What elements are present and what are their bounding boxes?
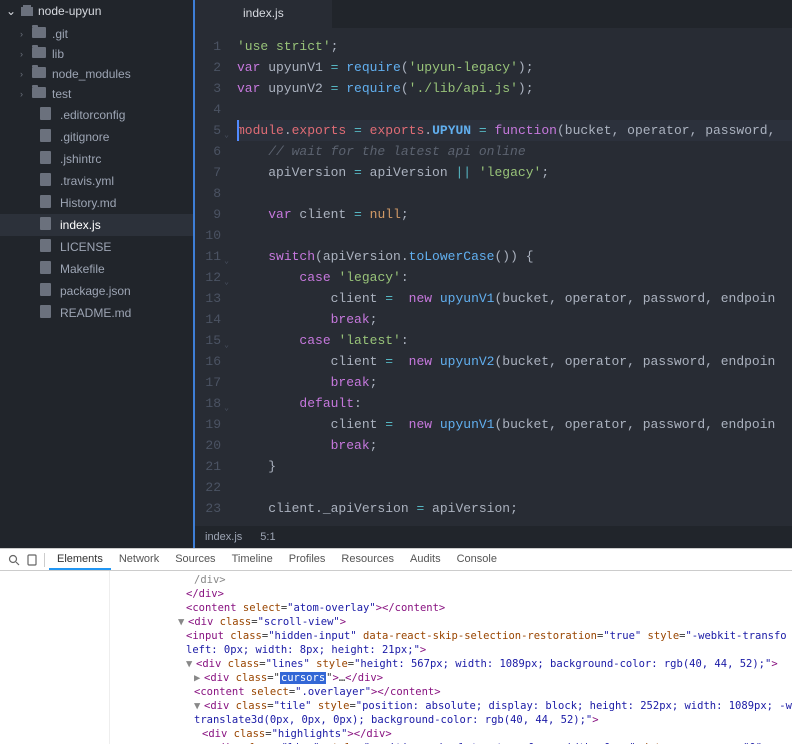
code-line-16[interactable]: client = new upyunV2(bucket, operator, p… [237, 351, 792, 372]
file-History.md[interactable]: History.md [0, 192, 193, 214]
code-line-9[interactable]: var client = null; [237, 204, 792, 225]
file-README.md[interactable]: README.md [0, 302, 193, 324]
code-line-20[interactable]: break; [237, 435, 792, 456]
folder-.git[interactable]: ›.git [0, 24, 193, 44]
folder-test[interactable]: ›test [0, 84, 193, 104]
code-line-15[interactable]: case 'latest': [237, 330, 792, 351]
fold-icon[interactable]: ⌄ [224, 125, 229, 146]
file-.gitignore[interactable]: .gitignore [0, 126, 193, 148]
code-line-17[interactable]: break; [237, 372, 792, 393]
editor-tabs: index.js [195, 0, 792, 28]
dom-node[interactable]: </div> [114, 587, 788, 601]
status-filename: index.js [205, 531, 242, 543]
chevron-right-icon: › [20, 29, 32, 39]
chevron-right-icon: › [20, 49, 32, 59]
devtools-tab-network[interactable]: Network [111, 550, 167, 570]
file-.travis.yml[interactable]: .travis.yml [0, 170, 193, 192]
status-cursor-pos: 5:1 [260, 531, 275, 543]
fold-icon[interactable]: ⌄ [224, 251, 229, 272]
devtools-tab-elements[interactable]: Elements [49, 550, 111, 570]
expand-icon[interactable]: ▼ [194, 699, 204, 713]
line-gutter: 12345⌄67891011⌄12⌄131415⌄161718⌄19202122… [195, 28, 229, 526]
dom-node[interactable]: ▼<div class="lines" style="height: 567px… [114, 657, 788, 671]
code-line-12[interactable]: case 'legacy': [237, 267, 792, 288]
file-package.json[interactable]: package.json [0, 280, 193, 302]
dom-node[interactable]: /div> [114, 573, 788, 587]
project-name: node-upyun [38, 4, 101, 18]
code-line-18[interactable]: default: [237, 393, 792, 414]
tab-index-js[interactable]: index.js [195, 0, 332, 28]
devtools-sidebar [0, 571, 110, 744]
code-line-6[interactable]: // wait for the latest api online [237, 141, 792, 162]
code-line-13[interactable]: client = new upyunV1(bucket, operator, p… [237, 288, 792, 309]
dom-node[interactable]: ▼<div class="tile" style="position: abso… [114, 699, 788, 713]
code-line-2[interactable]: var upyunV1 = require('upyun-legacy'); [237, 57, 792, 78]
code-line-22[interactable] [237, 477, 792, 498]
file-Makefile[interactable]: Makefile [0, 258, 193, 280]
devtools-tab-profiles[interactable]: Profiles [281, 550, 334, 570]
file-.jshintrc[interactable]: .jshintrc [0, 148, 193, 170]
code-line-11[interactable]: switch(apiVersion.toLowerCase()) { [237, 246, 792, 267]
devtools-tab-console[interactable]: Console [449, 550, 505, 570]
code-line-7[interactable]: apiVersion = apiVersion || 'legacy'; [237, 162, 792, 183]
file-index.js[interactable]: index.js [0, 214, 193, 236]
project-root[interactable]: ⌄ node-upyun [0, 0, 193, 22]
file-.editorconfig[interactable]: .editorconfig [0, 104, 193, 126]
dom-node[interactable]: <input class="hidden-input" data-react-s… [114, 629, 788, 643]
search-icon[interactable] [6, 552, 22, 568]
devtools-elements-tree[interactable]: /div></div><content select="atom-overlay… [110, 571, 792, 744]
chevron-right-icon: › [20, 69, 32, 79]
dom-node[interactable]: <content select=".overlayer"></content> [114, 685, 788, 699]
fold-icon[interactable]: ⌄ [224, 398, 229, 419]
folder-node_modules[interactable]: ›node_modules [0, 64, 193, 84]
fold-icon[interactable]: ⌄ [224, 335, 229, 356]
code-line-4[interactable] [237, 99, 792, 120]
devtools-toolbar: ElementsNetworkSourcesTimelineProfilesRe… [0, 549, 792, 571]
expand-icon[interactable]: ▶ [194, 671, 204, 685]
code-line-5[interactable]: module.exports = exports.UPYUN = functio… [237, 120, 792, 141]
chevron-right-icon: › [20, 89, 32, 99]
code-editor[interactable]: 'use strict';var upyunV1 = require('upyu… [229, 28, 792, 526]
dom-node[interactable]: ▶<div class="cursors">…</div> [114, 671, 788, 685]
dom-node[interactable]: left: 0px; width: 8px; height: 21px;"> [114, 643, 788, 657]
code-line-19[interactable]: client = new upyunV1(bucket, operator, p… [237, 414, 792, 435]
code-line-8[interactable] [237, 183, 792, 204]
status-bar: index.js 5:1 [195, 526, 792, 548]
chevron-down-icon: ⌄ [6, 4, 16, 18]
expand-icon[interactable]: ▼ [178, 615, 188, 629]
code-line-14[interactable]: break; [237, 309, 792, 330]
devtools-panel: ElementsNetworkSourcesTimelineProfilesRe… [0, 548, 792, 744]
code-line-10[interactable] [237, 225, 792, 246]
code-line-3[interactable]: var upyunV2 = require('./lib/api.js'); [237, 78, 792, 99]
devtools-tab-resources[interactable]: Resources [333, 550, 402, 570]
fold-icon[interactable]: ⌄ [224, 272, 229, 293]
dom-node[interactable]: <content select="atom-overlay"></content… [114, 601, 788, 615]
code-line-23[interactable]: client._apiVersion = apiVersion; [237, 498, 792, 519]
device-icon[interactable] [24, 552, 40, 568]
file-tree-sidebar[interactable]: ⌄ node-upyun ›.git›lib›node_modules›test… [0, 0, 195, 548]
dom-node[interactable]: ▼<div class="scroll-view"> [114, 615, 788, 629]
dom-node[interactable]: translate3d(0px, 0px, 0px); background-c… [114, 713, 788, 727]
dom-node[interactable]: <div class="highlights"></div> [114, 727, 788, 741]
devtools-tab-timeline[interactable]: Timeline [224, 550, 281, 570]
devtools-tab-sources[interactable]: Sources [167, 550, 223, 570]
code-line-21[interactable]: } [237, 456, 792, 477]
code-line-1[interactable]: 'use strict'; [237, 36, 792, 57]
expand-icon[interactable]: ▼ [186, 657, 196, 671]
file-LICENSE[interactable]: LICENSE [0, 236, 193, 258]
folder-lib[interactable]: ›lib [0, 44, 193, 64]
devtools-tab-audits[interactable]: Audits [402, 550, 449, 570]
